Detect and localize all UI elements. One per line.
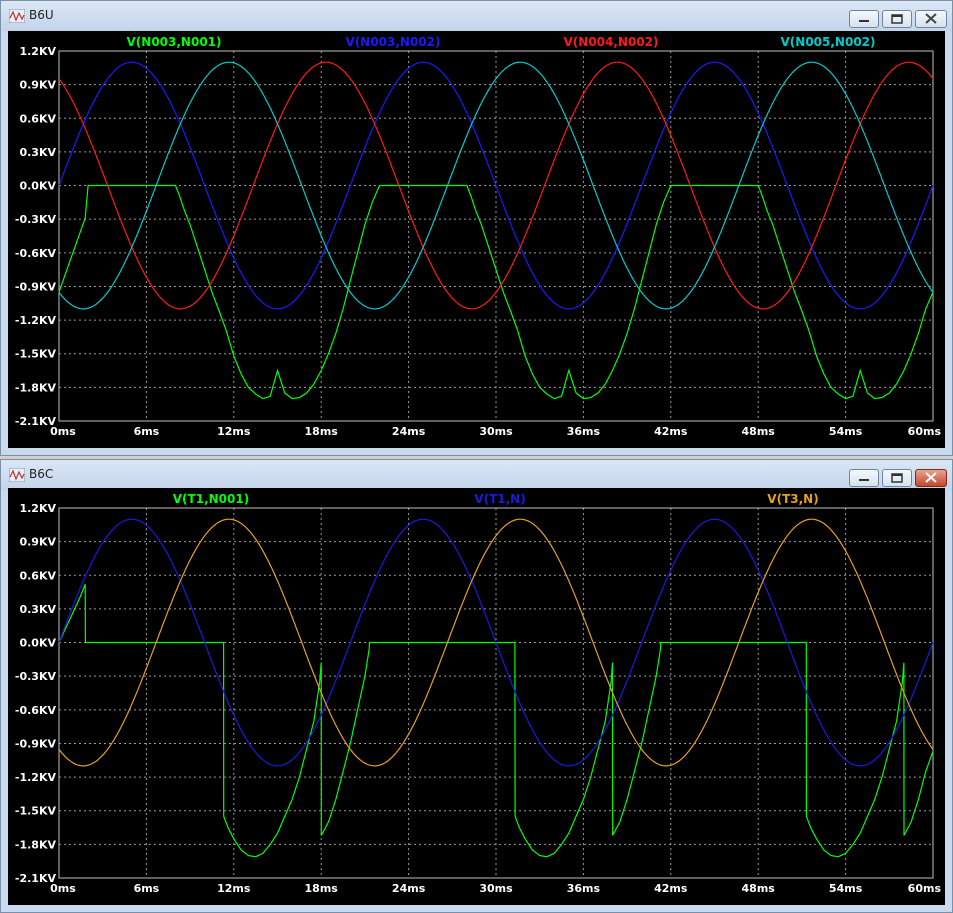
window-b6c[interactable]: B6C 1.2KV 0.9KV 0.6KV 0.3KV 0.0KV -0.3KV -0.6K… xyxy=(0,459,953,913)
y-tick-label: -0.6KV xyxy=(15,704,57,717)
x-tick-label: 18ms xyxy=(305,882,339,895)
legend-v-n003-n002[interactable]: V(N003,N002) xyxy=(346,35,441,49)
x-tick-label: 42ms xyxy=(654,425,688,438)
y-tick-label: 0.0KV xyxy=(19,180,56,193)
y-tick-label: 0.3KV xyxy=(19,146,56,159)
legend-v-t1-n[interactable]: V(T1,N) xyxy=(474,492,525,506)
minimize-icon xyxy=(859,479,869,481)
y-tick-label: 0.9KV xyxy=(19,79,56,92)
x-tick-label: 6ms xyxy=(134,425,160,438)
y-tick-label: -1.5KV xyxy=(15,348,57,361)
y-tick-label: 1.2KV xyxy=(19,502,56,515)
x-tick-label: 30ms xyxy=(479,882,513,895)
restore-button[interactable] xyxy=(882,469,912,487)
restore-button[interactable] xyxy=(882,10,912,28)
minimize-button[interactable] xyxy=(849,10,879,28)
y-tick-label: 0.6KV xyxy=(19,569,56,582)
y-tick-label: -1.5KV xyxy=(15,805,57,818)
x-tick-label: 36ms xyxy=(567,425,601,438)
x-tick-label: 24ms xyxy=(392,882,426,895)
legend-v-t1-n001[interactable]: V(T1,N001) xyxy=(173,492,249,506)
x-tick-label: 42ms xyxy=(654,882,688,895)
x-tick-label: 0ms xyxy=(50,882,76,895)
x-tick-label: 60ms xyxy=(908,882,942,895)
close-icon xyxy=(925,13,937,24)
waveform-icon xyxy=(9,468,25,482)
y-tick-label: -1.8KV xyxy=(15,381,57,394)
x-tick-label: 54ms xyxy=(829,425,863,438)
y-tick-label: 1.2KV xyxy=(19,45,56,58)
x-tick-label: 54ms xyxy=(829,882,863,895)
x-tick-label: 48ms xyxy=(742,882,776,895)
x-tick-label: 36ms xyxy=(567,882,601,895)
title-bar[interactable]: B6C xyxy=(1,460,952,490)
x-tick-label: 60ms xyxy=(908,425,942,438)
series-line-v-t1-n001 xyxy=(58,583,934,858)
x-tick-label: 6ms xyxy=(134,882,160,895)
waveform-chart: 1.2KV 0.9KV 0.6KV 0.3KV 0.0KV -0.3KV -0.6KV -0.… xyxy=(15,35,942,438)
title-bar[interactable]: B6U xyxy=(1,1,952,31)
waveform-icon xyxy=(9,9,25,23)
minimize-icon xyxy=(859,20,869,22)
x-tick-label: 18ms xyxy=(305,425,339,438)
close-button[interactable] xyxy=(915,10,947,28)
plot-pane[interactable]: 1.2KV 0.9KV 0.6KV 0.3KV 0.0KV -0.3KV -0.6KV -0.… xyxy=(8,488,945,905)
restore-icon xyxy=(891,473,903,483)
restore-icon xyxy=(891,14,903,24)
window-b6u[interactable]: B6U 1.2KV 0.9KV 0.6KV 0.3KV 0.0KV -0.3KV -0.6K… xyxy=(0,0,953,456)
waveform-chart: 1.2KV 0.9KV 0.6KV 0.3KV 0.0KV -0.3KV -0.6KV -0.… xyxy=(15,492,942,895)
y-tick-label: -0.9KV xyxy=(15,280,57,293)
y-tick-label: -0.6KV xyxy=(15,247,57,260)
window-title: B6U xyxy=(29,8,54,22)
y-tick-label: 0.0KV xyxy=(19,637,56,650)
close-icon xyxy=(925,472,937,483)
legend-v-n005-n002[interactable]: V(N005,N002) xyxy=(781,35,876,49)
window-title: B6C xyxy=(29,467,54,481)
x-tick-label: 30ms xyxy=(479,425,513,438)
legend-v-t3-n[interactable]: V(T3,N) xyxy=(767,492,818,506)
x-tick-label: 12ms xyxy=(217,425,251,438)
y-tick-label: -0.3KV xyxy=(15,213,57,226)
y-tick-label: 0.6KV xyxy=(19,112,56,125)
y-tick-label: -0.3KV xyxy=(15,670,57,683)
legend-v-n004-n002[interactable]: V(N004,N002) xyxy=(564,35,659,49)
y-tick-label: 0.9KV xyxy=(19,536,56,549)
x-tick-label: 0ms xyxy=(50,425,76,438)
y-tick-label: -1.2KV xyxy=(15,771,57,784)
y-tick-label: 0.3KV xyxy=(19,603,56,616)
plot-pane[interactable]: 1.2KV 0.9KV 0.6KV 0.3KV 0.0KV -0.3KV -0.6KV -0.… xyxy=(8,31,945,448)
y-tick-label: -0.9KV xyxy=(15,737,57,750)
y-tick-label: -1.8KV xyxy=(15,838,57,851)
legend-v-n003-n001[interactable]: V(N003,N001) xyxy=(127,35,222,49)
close-button[interactable] xyxy=(915,469,947,487)
x-tick-label: 24ms xyxy=(392,425,426,438)
minimize-button[interactable] xyxy=(849,469,879,487)
y-tick-label: -1.2KV xyxy=(15,314,57,327)
x-tick-label: 48ms xyxy=(742,425,776,438)
x-tick-label: 12ms xyxy=(217,882,251,895)
